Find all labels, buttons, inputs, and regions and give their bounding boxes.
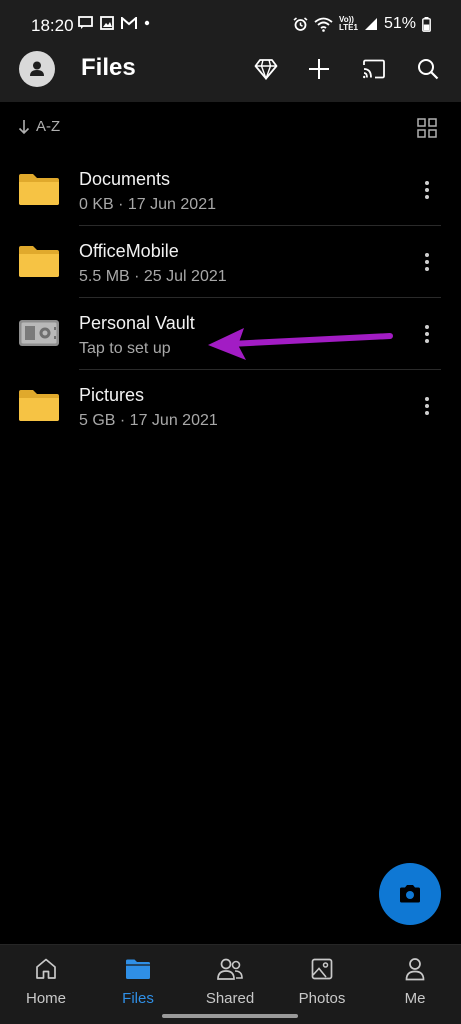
file-meta: 0 KB · 17 Jun 2021	[79, 196, 216, 213]
network-type: Vo)) LTE1	[339, 16, 358, 32]
nav-home[interactable]: Home	[0, 955, 92, 1007]
status-right: Vo)) LTE1 51%	[293, 15, 431, 33]
person-icon	[30, 61, 44, 76]
search-icon	[418, 59, 439, 80]
diamond-icon	[254, 59, 278, 80]
nav-photos[interactable]: Photos	[276, 955, 368, 1007]
home-icon	[36, 958, 56, 979]
nav-me[interactable]: Me	[369, 955, 461, 1007]
cast-icon	[363, 59, 385, 79]
nav-files[interactable]: Files	[92, 955, 184, 1007]
status-time: 18:20	[31, 16, 74, 35]
search-button[interactable]	[413, 54, 443, 84]
nav-label: Me	[404, 990, 426, 1007]
file-name: Pictures	[79, 385, 145, 405]
folder-icon	[19, 246, 59, 277]
add-button[interactable]	[304, 54, 334, 84]
vault-icon	[19, 320, 59, 346]
alarm-icon	[293, 16, 308, 31]
bottom-nav: Home Files Shared Photos Me	[0, 944, 461, 1024]
list-item[interactable]: Pictures 5 GB · 17 Jun 2021	[0, 370, 461, 442]
more-options-button[interactable]	[416, 322, 438, 346]
nav-label: Photos	[298, 990, 346, 1007]
nav-label: Home	[25, 990, 66, 1007]
file-list: Documents 0 KB · 17 Jun 2021 OfficeMobil…	[0, 154, 461, 442]
nav-shared[interactable]: Shared	[184, 955, 276, 1007]
person-icon	[405, 958, 425, 981]
list-item[interactable]: OfficeMobile 5.5 MB · 25 Jul 2021	[0, 226, 461, 298]
folder-icon	[19, 174, 59, 205]
grid-view-icon	[417, 118, 437, 138]
wifi-icon	[314, 17, 333, 32]
file-name: Personal Vault	[79, 313, 195, 333]
avatar[interactable]	[19, 51, 55, 87]
more-options-button[interactable]	[416, 250, 438, 274]
sort-row: A-Z	[0, 110, 461, 146]
sort-label: A-Z	[36, 118, 61, 135]
file-name: OfficeMobile	[79, 241, 179, 261]
cast-button[interactable]	[359, 54, 389, 84]
file-meta: 5 GB · 17 Jun 2021	[79, 412, 218, 429]
arrow-down-icon	[18, 119, 30, 134]
page-title: Files	[81, 54, 136, 81]
more-options-button[interactable]	[416, 178, 438, 202]
file-meta: Tap to set up	[79, 340, 171, 357]
folder-icon	[19, 390, 59, 421]
folder-icon	[126, 959, 150, 979]
annotation-arrow	[208, 328, 393, 360]
signal-icon	[364, 18, 377, 30]
notification-icons	[78, 16, 150, 30]
more-notifications-icon	[144, 20, 150, 26]
plus-icon	[309, 59, 329, 79]
file-meta: 5.5 MB · 25 Jul 2021	[79, 268, 227, 285]
photo-icon	[311, 958, 333, 980]
sort-button[interactable]: A-Z	[18, 118, 60, 135]
battery-percent: 51%	[383, 15, 416, 32]
image-icon	[100, 16, 114, 30]
view-toggle-button[interactable]	[417, 118, 437, 138]
camera-icon	[400, 885, 420, 903]
list-item[interactable]: Documents 0 KB · 17 Jun 2021	[0, 154, 461, 226]
file-name: Documents	[79, 169, 171, 189]
home-indicator[interactable]	[162, 1014, 298, 1018]
lte-label: LTE1	[339, 23, 358, 32]
status-bar: 18:20 Vo)) LTE1 51%	[0, 0, 461, 50]
camera-button[interactable]	[379, 863, 441, 925]
premium-button[interactable]	[251, 54, 281, 84]
more-options-button[interactable]	[416, 394, 438, 418]
people-icon	[217, 958, 243, 980]
nav-label: Files	[122, 990, 154, 1007]
gmail-icon	[121, 16, 137, 29]
app-bar: Files	[0, 50, 461, 102]
battery-icon	[422, 16, 431, 32]
nav-label: Shared	[205, 990, 255, 1007]
message-icon	[78, 16, 93, 29]
